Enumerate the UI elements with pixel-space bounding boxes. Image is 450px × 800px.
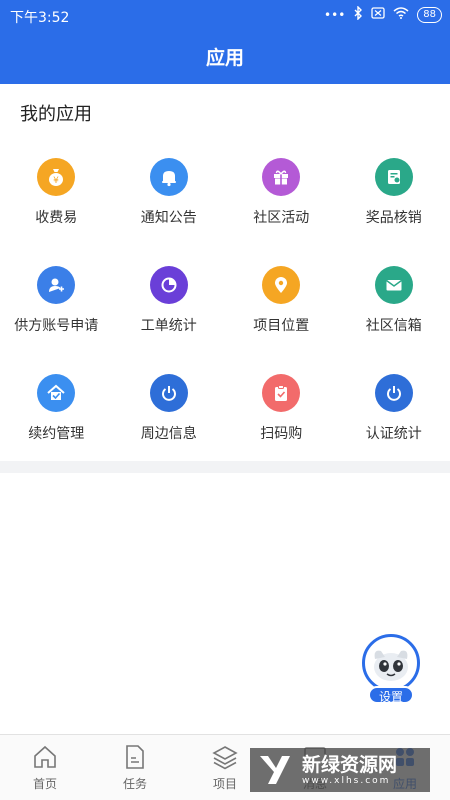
wifi-icon <box>393 7 409 22</box>
sim-off-icon <box>371 7 385 22</box>
nav-item-tasks[interactable]: 任务 <box>90 735 180 800</box>
status-icons: ••• 88 <box>324 5 442 23</box>
app-item-scan-buy[interactable]: 扫码购 <box>225 366 338 474</box>
app-label: 供方账号申请 <box>14 318 99 334</box>
power-icon <box>149 374 188 412</box>
app-label: 收费易 <box>35 210 78 226</box>
app-label: 续约管理 <box>28 426 85 442</box>
app-label: 认证统计 <box>365 426 422 442</box>
watermark-logo-icon <box>260 756 290 784</box>
app-label: 奖品核销 <box>365 210 422 226</box>
app-item-nearby-info[interactable]: 周边信息 <box>113 366 226 474</box>
app-item-activity[interactable]: 社区活动 <box>225 150 338 258</box>
app-label: 周边信息 <box>140 426 197 442</box>
clipboard-check-icon <box>262 374 301 412</box>
layers-icon <box>212 746 238 770</box>
watermark-overlay: 新绿资源网 www.xlhs.com <box>250 748 430 792</box>
app-label: 社区信箱 <box>365 318 422 334</box>
robot-avatar-icon <box>362 634 420 692</box>
bell-icon <box>149 158 188 196</box>
app-item-renewal[interactable]: 续约管理 <box>0 366 113 474</box>
user-apply-icon <box>37 266 76 304</box>
watermark-title: 新绿资源网 <box>302 754 398 776</box>
page-title: 应用 <box>205 47 244 69</box>
nav-label: 项目 <box>212 777 237 791</box>
app-label: 通知公告 <box>140 210 197 226</box>
power-icon <box>374 374 413 412</box>
more-dots-icon: ••• <box>324 7 346 22</box>
gift-icon <box>262 158 301 196</box>
app-label: 项目位置 <box>253 318 310 334</box>
home-icon <box>34 745 56 768</box>
pie-chart-icon <box>149 266 188 304</box>
app-item-supplier-account[interactable]: 供方账号申请 <box>0 258 113 366</box>
nav-label: 任务 <box>122 777 147 791</box>
app-item-auth-stats[interactable]: 认证统计 <box>338 366 450 474</box>
nav-label: 首页 <box>32 777 57 791</box>
mail-icon <box>374 266 413 304</box>
app-item-project-location[interactable]: 项目位置 <box>225 258 338 366</box>
status-bar: 下午3:52 ••• 88 <box>0 0 450 32</box>
status-time: 下午3:52 <box>10 10 70 26</box>
settings-badge-label: 设置 <box>368 686 414 704</box>
svg-text:¥: ¥ <box>53 176 59 186</box>
battery-indicator: 88 <box>417 6 442 23</box>
section-title: 我的应用 <box>20 104 92 125</box>
nav-item-home[interactable]: 首页 <box>0 735 90 800</box>
app-item-prize[interactable]: 奖品核销 <box>338 150 450 258</box>
section-divider <box>0 461 450 473</box>
verify-card-icon <box>374 158 413 196</box>
app-item-notice[interactable]: 通知公告 <box>113 150 226 258</box>
app-label: 扫码购 <box>260 426 303 442</box>
watermark-text: 新绿资源网 www.xlhs.com <box>302 754 397 786</box>
location-pin-icon <box>262 266 301 304</box>
home-check-icon <box>37 374 76 412</box>
bluetooth-icon <box>353 5 363 23</box>
app-item-charge[interactable]: ¥ 收费易 <box>0 150 113 258</box>
app-item-community-mailbox[interactable]: 社区信箱 <box>338 258 450 366</box>
app-label: 工单统计 <box>140 318 197 334</box>
watermark-url: www.xlhs.com <box>302 776 391 786</box>
floating-settings-button[interactable]: 设置 <box>362 634 422 706</box>
app-label: 社区活动 <box>253 210 310 226</box>
app-item-work-order-stats[interactable]: 工单统计 <box>113 258 226 366</box>
app-header: 应用 <box>0 32 450 84</box>
app-grid: ¥ 收费易 通知公告 社区活动 奖品核销 供方账号申请 工单统计 项目位置 社区… <box>0 150 450 474</box>
document-icon <box>126 745 144 769</box>
money-bag-icon: ¥ <box>37 158 76 196</box>
